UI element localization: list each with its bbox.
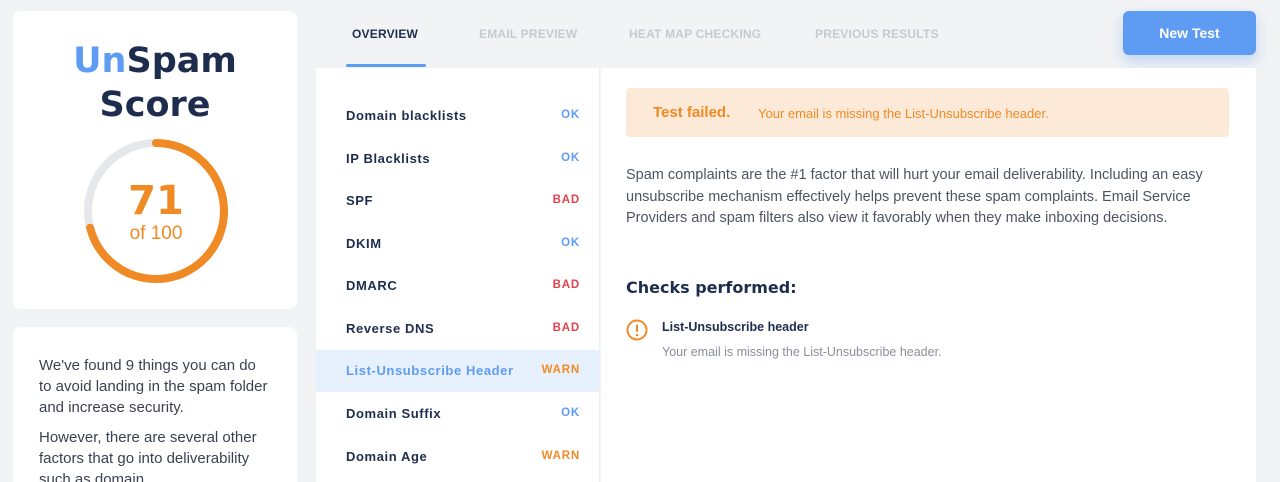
check-name: SPF bbox=[346, 193, 374, 208]
app-title: UnSpam bbox=[13, 39, 297, 83]
check-row-dkim[interactable]: DKIM OK bbox=[316, 223, 600, 265]
check-name: Domain Suffix bbox=[346, 406, 442, 421]
tab-heat-map-checking[interactable]: HEAT MAP CHECKING bbox=[629, 27, 761, 41]
check-description: Spam complaints are the #1 factor that w… bbox=[626, 167, 1203, 226]
check-status-badge: WARN bbox=[541, 364, 580, 376]
check-row-domain-suffix[interactable]: Domain Suffix OK bbox=[316, 393, 600, 435]
check-row-domain-age[interactable]: Domain Age WARN bbox=[316, 436, 600, 478]
check-name: DKIM bbox=[346, 236, 382, 251]
warning-icon bbox=[626, 319, 648, 341]
info-card: We've found 9 things you can do to avoid… bbox=[13, 327, 297, 482]
check-name: Domain blacklists bbox=[346, 108, 467, 123]
score-card: UnSpam Score 71 of 100 bbox=[13, 11, 297, 309]
check-status-badge: OK bbox=[561, 237, 580, 249]
check-status-badge: BAD bbox=[552, 322, 580, 334]
check-row-reverse-dns[interactable]: Reverse DNS BAD bbox=[316, 308, 600, 350]
tab-previous-results[interactable]: PREVIOUS RESULTS bbox=[815, 27, 939, 41]
info-paragraph-2: However, there are several other factors… bbox=[39, 429, 257, 482]
tab-email-preview[interactable]: EMAIL PREVIEW bbox=[479, 27, 577, 41]
check-status-badge: OK bbox=[561, 152, 580, 164]
alert-title: Test failed. bbox=[653, 104, 731, 121]
check-row-domain-blacklists[interactable]: Domain blacklists OK bbox=[316, 95, 600, 137]
score-label: Score bbox=[99, 85, 211, 125]
alert-message: Your email is missing the List-Unsubscri… bbox=[758, 106, 1049, 121]
tab-overview[interactable]: OVERVIEW bbox=[352, 27, 418, 41]
check-name: List-Unsubscribe Header bbox=[346, 363, 514, 378]
check-name: Domain Age bbox=[346, 449, 428, 464]
check-row-spf[interactable]: SPF BAD bbox=[316, 180, 600, 222]
check-name: DMARC bbox=[346, 278, 398, 293]
check-name: Reverse DNS bbox=[346, 321, 435, 336]
check-detail-panel: Test failed. Your email is missing the L… bbox=[601, 68, 1256, 482]
active-tab-indicator bbox=[346, 64, 426, 67]
check-status-badge: BAD bbox=[552, 194, 580, 206]
test-failed-alert: Test failed. Your email is missing the L… bbox=[626, 88, 1229, 137]
check-name: IP Blacklists bbox=[346, 151, 431, 166]
check-row-dmarc[interactable]: DMARC BAD bbox=[316, 265, 600, 307]
check-status-badge: OK bbox=[561, 109, 580, 121]
checks-list: Domain blacklists OK IP Blacklists OK SP… bbox=[316, 68, 600, 482]
performed-check-description: Your email is missing the List-Unsubscri… bbox=[662, 345, 942, 359]
check-row-ip-blacklists[interactable]: IP Blacklists OK bbox=[316, 138, 600, 180]
score-value: 71 bbox=[128, 178, 184, 224]
score-out-of: of 100 bbox=[129, 223, 183, 244]
checks-performed-heading: Checks performed: bbox=[626, 278, 797, 297]
info-paragraph-1: We've found 9 things you can do to avoid… bbox=[39, 357, 268, 416]
app-title-un: Un bbox=[73, 41, 127, 81]
performed-check-name: List-Unsubscribe header bbox=[662, 320, 809, 334]
check-status-badge: WARN bbox=[541, 450, 580, 462]
app-title-spam: Spam bbox=[126, 41, 237, 81]
check-row-list-unsubscribe-header[interactable]: List-Unsubscribe Header WARN bbox=[316, 350, 600, 392]
new-test-button[interactable]: New Test bbox=[1123, 11, 1256, 55]
check-status-badge: BAD bbox=[552, 279, 580, 291]
check-status-badge: OK bbox=[561, 407, 580, 419]
